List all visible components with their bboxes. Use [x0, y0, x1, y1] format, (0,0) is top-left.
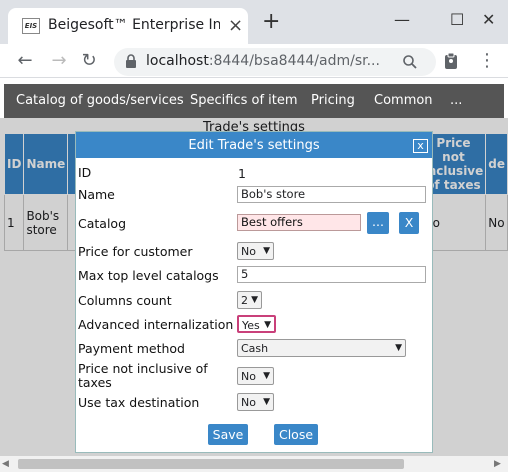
- app-nav: Catalog of goods/services Specifics of i…: [4, 84, 504, 118]
- catalog-label: Catalog: [78, 216, 127, 231]
- browser-tab[interactable]: EIS Beigesoft™ Enterprise Infor ×: [8, 8, 248, 44]
- tab-close-icon[interactable]: ×: [228, 15, 243, 36]
- chevron-down-icon: ▼: [264, 320, 271, 330]
- dialog-header: Edit Trade's settings x: [76, 132, 432, 158]
- price-customer-select[interactable]: No ▼: [237, 242, 274, 260]
- tax-dest-select[interactable]: No ▼: [237, 393, 274, 411]
- max-top-input[interactable]: 5: [237, 266, 426, 283]
- reload-icon[interactable]: ↻: [78, 50, 100, 72]
- chevron-down-icon: ▼: [263, 397, 270, 407]
- price-not-incl-select[interactable]: No ▼: [237, 367, 274, 385]
- clipboard-icon[interactable]: [442, 52, 460, 70]
- adv-intl-value: Yes: [242, 319, 260, 332]
- columns-label: Columns count: [78, 293, 172, 308]
- nav-item-more[interactable]: ...: [450, 93, 462, 108]
- maximize-icon[interactable]: ☐: [450, 10, 464, 29]
- tab-title: Beigesoft™ Enterprise Infor: [48, 17, 220, 33]
- adv-intl-label: Advanced internalization: [78, 317, 234, 332]
- nav-item-pricing[interactable]: Pricing: [311, 93, 355, 108]
- name-input[interactable]: Bob's store: [237, 186, 426, 203]
- payment-label: Payment method: [78, 341, 185, 356]
- scroll-right-icon[interactable]: ▶: [494, 459, 501, 469]
- nav-item-common[interactable]: Common: [374, 93, 433, 108]
- chevron-down-icon: ▼: [263, 246, 270, 256]
- minimize-icon[interactable]: —: [394, 10, 410, 29]
- id-label: ID: [78, 165, 92, 180]
- window-close-icon[interactable]: ✕: [482, 10, 495, 29]
- price-not-incl-value: No: [241, 370, 256, 383]
- payment-select[interactable]: Cash ▼: [237, 339, 406, 357]
- menu-icon[interactable]: ⋮: [476, 50, 498, 72]
- chevron-down-icon: ▼: [251, 295, 258, 305]
- columns-value: 2: [241, 294, 248, 307]
- tax-dest-value: No: [241, 396, 256, 409]
- nav-item-catalog[interactable]: Catalog of goods/services: [16, 93, 184, 108]
- dialog-close-button[interactable]: x: [413, 139, 428, 153]
- nav-item-specifics[interactable]: Specifics of item: [190, 93, 298, 108]
- forward-icon[interactable]: →: [48, 50, 70, 72]
- address-bar[interactable]: localhost:8444/bsa8444/adm/sr...: [114, 48, 436, 76]
- lock-icon: [126, 54, 136, 68]
- max-top-label: Max top level catalogs: [78, 268, 219, 283]
- scroll-left-icon[interactable]: ◀: [2, 459, 9, 469]
- save-button[interactable]: Save: [208, 424, 248, 445]
- price-not-incl-label: Price not inclusive of taxes: [78, 361, 208, 390]
- new-tab-icon[interactable]: +: [262, 11, 280, 33]
- browser-toolbar: ← → ↻ localhost:8444/bsa8444/adm/sr... ⋮: [0, 44, 508, 78]
- price-customer-value: No: [241, 245, 256, 258]
- payment-value: Cash: [241, 342, 269, 355]
- horizontal-scrollbar[interactable]: ◀ ▶: [0, 456, 508, 472]
- catalog-pick-button[interactable]: ...: [367, 212, 389, 234]
- price-customer-label: Price for customer: [78, 244, 193, 259]
- name-label: Name: [78, 187, 115, 202]
- id-value: 1: [238, 166, 246, 181]
- favicon-icon: EIS: [22, 18, 40, 34]
- scrollbar-thumb[interactable]: [18, 459, 404, 469]
- chevron-down-icon: ▼: [263, 371, 270, 381]
- catalog-clear-button[interactable]: X: [399, 212, 419, 234]
- back-icon[interactable]: ←: [14, 50, 36, 72]
- catalog-input[interactable]: Best offers: [237, 214, 361, 231]
- dialog-title: Edit Trade's settings: [188, 138, 320, 153]
- chevron-down-icon: ▼: [395, 343, 402, 353]
- columns-select[interactable]: 2 ▼: [237, 291, 262, 309]
- tax-dest-label: Use tax destination: [78, 395, 200, 410]
- close-button[interactable]: Close: [274, 424, 318, 445]
- browser-tabstrip: EIS Beigesoft™ Enterprise Infor × + — ☐ …: [0, 0, 508, 44]
- search-icon[interactable]: [402, 54, 418, 70]
- url-text: localhost:8444/bsa8444/adm/sr...: [146, 53, 380, 69]
- adv-intl-select[interactable]: Yes ▼: [237, 315, 276, 333]
- edit-dialog: Edit Trade's settings x ID 1 Name Bob's …: [75, 131, 433, 453]
